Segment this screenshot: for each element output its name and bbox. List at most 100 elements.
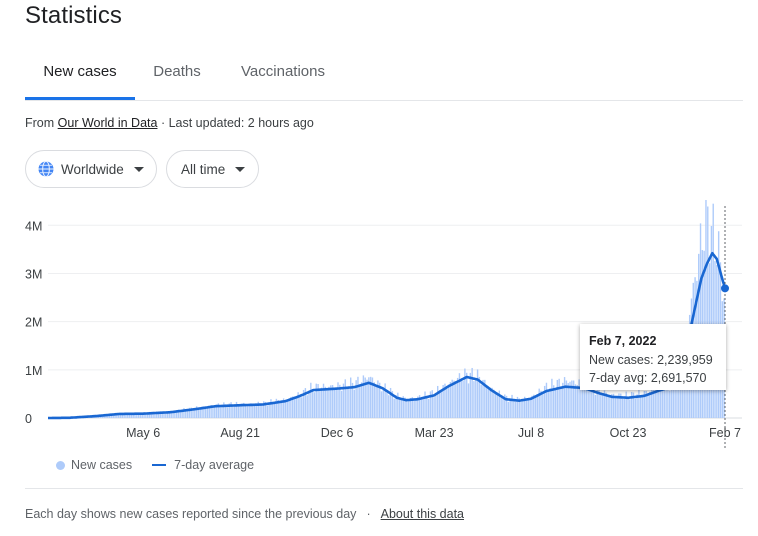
new-cases-bar (500, 396, 502, 418)
new-cases-bar (513, 400, 515, 418)
new-cases-bar (558, 378, 560, 418)
page-title: Statistics (25, 2, 123, 29)
new-cases-bar (522, 398, 524, 418)
new-cases-bar (536, 394, 539, 418)
legend-new-cases: New cases (71, 458, 133, 472)
new-cases-bar (576, 385, 578, 418)
new-cases-bar (447, 384, 450, 418)
y-tick-label: 0 (25, 412, 32, 426)
new-cases-bar (473, 381, 475, 418)
new-cases-bar (344, 379, 346, 418)
new-cases-bar (511, 394, 513, 418)
new-cases-bar (625, 391, 627, 418)
new-cases-bar (328, 386, 330, 418)
new-cases-bar (587, 389, 589, 418)
x-tick-label: Dec 6 (321, 426, 354, 440)
new-cases-bar (623, 396, 626, 418)
new-cases-bar (507, 401, 510, 418)
new-cases-bar (456, 377, 459, 418)
new-cases-bar (422, 397, 424, 418)
chart-tooltip: Feb 7, 2022 New cases: 2,239,959 7-day a… (580, 324, 726, 390)
new-cases-bar (233, 405, 236, 418)
new-cases-bar (661, 390, 664, 418)
new-cases-bar (244, 404, 247, 418)
new-cases-bar (554, 389, 557, 418)
tooltip-new-cases: New cases: 2,239,959 (589, 352, 713, 367)
avg-swatch (152, 463, 167, 467)
new-cases-bar (339, 384, 341, 418)
new-cases-bar (426, 395, 428, 418)
new-cases-bar (496, 392, 499, 418)
new-cases-bar (311, 388, 314, 418)
about-data-link[interactable]: About this data (381, 507, 464, 521)
new-cases-bar (306, 395, 308, 418)
new-cases-bar (186, 410, 189, 418)
new-cases-bar (273, 403, 276, 418)
new-cases-bar (502, 399, 504, 418)
new-cases-bar (408, 399, 410, 418)
tab-new-cases[interactable]: New cases (25, 52, 135, 99)
x-tick-label: Mar 23 (415, 426, 454, 440)
new-cases-bar (487, 387, 490, 418)
new-cases-bar (253, 405, 256, 418)
new-cases-bar (509, 398, 511, 418)
new-cases-bar (440, 391, 443, 418)
source-link[interactable]: Our World in Data (58, 116, 158, 130)
new-cases-bar (466, 372, 468, 418)
new-cases-bar (462, 380, 464, 418)
new-cases-bar (353, 389, 356, 418)
new-cases-bar (348, 387, 350, 418)
new-cases-bar (547, 391, 549, 418)
y-tick-label: 2M (25, 316, 42, 330)
new-cases-bar (563, 377, 566, 418)
new-cases-bar (485, 385, 488, 418)
new-cases-bar (621, 398, 624, 418)
time-range-dropdown[interactable]: All time (166, 150, 259, 188)
new-cases-bar (614, 395, 617, 418)
new-cases-bar (495, 393, 497, 418)
new-cases-bar (607, 395, 609, 418)
new-cases-bar (293, 398, 296, 418)
new-cases-bar (629, 399, 631, 418)
new-cases-bar (534, 396, 537, 418)
new-cases-bar (373, 382, 375, 418)
new-cases-bar (226, 407, 229, 418)
new-cases-bar (449, 381, 452, 418)
new-cases-bar (214, 406, 216, 418)
new-cases-bar (560, 386, 562, 418)
new-cases-bar (649, 391, 651, 418)
new-cases-bar (435, 392, 437, 418)
x-tick-label: May 6 (126, 426, 160, 440)
new-cases-bar (433, 397, 435, 418)
new-cases-bar (567, 383, 569, 418)
region-dropdown[interactable]: Worldwide (25, 150, 157, 188)
new-cases-bar (366, 379, 368, 418)
tab-vaccinations[interactable]: Vaccinations (231, 52, 335, 99)
new-cases-bar (301, 397, 303, 418)
y-tick-label: 3M (25, 267, 42, 281)
new-cases-bar (382, 388, 385, 418)
new-cases-bar (446, 386, 448, 418)
new-cases-bar (455, 383, 457, 418)
new-cases-bar (420, 399, 423, 418)
new-cases-bar (427, 398, 430, 418)
chart-legend: New cases 7-day average (56, 458, 254, 472)
new-cases-bar (467, 383, 470, 418)
new-cases-bar (574, 384, 577, 418)
new-cases-bar (600, 394, 602, 418)
new-cases-bar (310, 382, 312, 418)
new-cases-bar (321, 387, 323, 418)
tab-deaths[interactable]: Deaths (143, 52, 211, 99)
last-updated: · Last updated: 2 hours ago (157, 116, 314, 130)
new-cases-bar (630, 391, 633, 418)
new-cases-bar (335, 388, 337, 418)
new-cases-bar (638, 389, 640, 418)
new-cases-bar (319, 390, 321, 418)
new-cases-bar (232, 406, 234, 418)
new-cases-bar (346, 388, 348, 418)
new-cases-bar (413, 398, 415, 418)
new-cases-swatch (56, 460, 65, 470)
new-cases-bar (647, 393, 649, 418)
new-cases-bar (520, 401, 522, 418)
new-cases-bar (609, 394, 611, 418)
